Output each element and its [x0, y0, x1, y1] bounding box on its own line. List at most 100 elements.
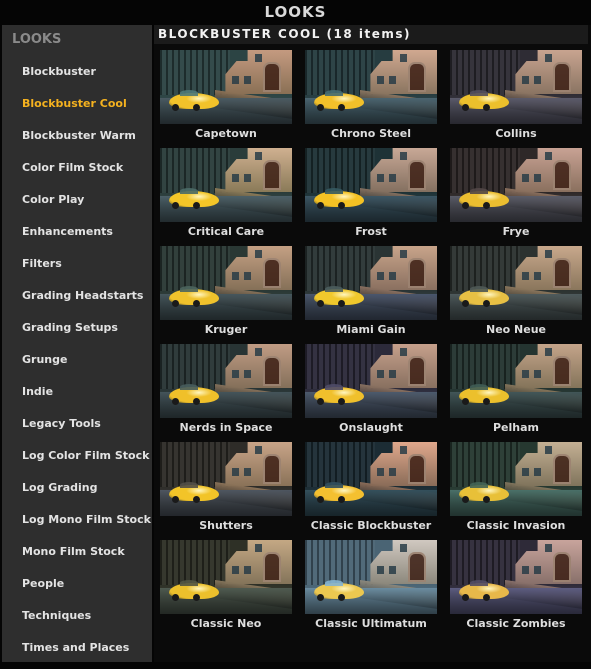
thumbnail-window	[534, 174, 541, 182]
thumbnail-window	[244, 468, 251, 476]
look-tile[interactable]: Collins	[450, 50, 582, 148]
thumbnail-window	[377, 272, 384, 280]
main-panel: BLOCKBUSTER COOL (18 items) Capetown Chro…	[154, 25, 591, 662]
look-thumbnail[interactable]	[305, 344, 437, 418]
look-thumbnail[interactable]	[305, 148, 437, 222]
look-tile[interactable]: Classic Zombies	[450, 540, 582, 638]
look-thumbnail[interactable]	[160, 148, 292, 222]
look-tile[interactable]: Onslaught	[305, 344, 437, 442]
thumbnail-windshield	[325, 90, 343, 96]
thumbnail-window	[534, 468, 541, 476]
sidebar-item-blockbuster-warm[interactable]: Blockbuster Warm	[2, 125, 152, 157]
looks-grid: Capetown Chrono Steel Collins Critical Care…	[160, 50, 582, 638]
sidebar-item-log-mono-film-stock[interactable]: Log Mono Film Stock	[2, 509, 152, 541]
look-thumbnail[interactable]	[160, 540, 292, 614]
thumbnail-window	[522, 370, 529, 378]
look-thumbnail[interactable]	[160, 344, 292, 418]
look-label: Classic Blockbuster	[310, 519, 432, 532]
look-thumbnail[interactable]	[305, 540, 437, 614]
sidebar-item-grading-headstarts[interactable]: Grading Headstarts	[2, 285, 152, 317]
thumbnail-window	[255, 250, 262, 258]
sidebar-header: LOOKS	[12, 32, 62, 47]
thumbnail-windshield	[180, 286, 198, 292]
thumbnail-window	[389, 76, 396, 84]
look-tile[interactable]: Frost	[305, 148, 437, 246]
sidebar-item-grunge[interactable]: Grunge	[2, 349, 152, 381]
look-tile[interactable]: Frye	[450, 148, 582, 246]
look-label: Neo Neue	[485, 323, 546, 336]
thumbnail-window	[255, 152, 262, 160]
thumbnail-wheel	[193, 496, 200, 503]
look-tile[interactable]: Shutters	[160, 442, 292, 540]
look-tile[interactable]: Neo Neue	[450, 246, 582, 344]
thumbnail-wheel	[317, 594, 324, 601]
thumbnail-window	[534, 272, 541, 280]
sidebar-item-log-color-film-stock[interactable]: Log Color Film Stock	[2, 445, 152, 477]
look-tile[interactable]: Critical Care	[160, 148, 292, 246]
thumbnail-windshield	[470, 580, 488, 586]
sidebar-item-filters[interactable]: Filters	[2, 253, 152, 285]
thumbnail-wheel	[317, 300, 324, 307]
thumbnail-wheel	[483, 300, 490, 307]
look-label: Frye	[502, 225, 530, 238]
look-thumbnail[interactable]	[305, 442, 437, 516]
look-thumbnail[interactable]	[450, 246, 582, 320]
look-tile[interactable]: Chrono Steel	[305, 50, 437, 148]
look-tile[interactable]: Classic Ultimatum	[305, 540, 437, 638]
sidebar-item-legacy-tools[interactable]: Legacy Tools	[2, 413, 152, 445]
thumbnail-wheel	[483, 202, 490, 209]
look-tile[interactable]: Classic Blockbuster	[305, 442, 437, 540]
thumbnail-trees	[305, 246, 375, 291]
look-label: Chrono Steel	[331, 127, 411, 140]
thumbnail-window	[377, 566, 384, 574]
sidebar-item-mono-film-stock[interactable]: Mono Film Stock	[2, 541, 152, 573]
thumbnail-door	[408, 258, 426, 288]
thumbnail-door	[553, 356, 571, 386]
look-label: Collins	[495, 127, 537, 140]
look-tile[interactable]: Classic Invasion	[450, 442, 582, 540]
look-thumbnail[interactable]	[160, 246, 292, 320]
sidebar-item-color-play[interactable]: Color Play	[2, 189, 152, 221]
thumbnail-wheel	[172, 104, 179, 111]
sidebar-item-color-film-stock[interactable]: Color Film Stock	[2, 157, 152, 189]
sidebar-item-techniques[interactable]: Techniques	[2, 605, 152, 637]
thumbnail-window	[244, 566, 251, 574]
sidebar-item-people[interactable]: People	[2, 573, 152, 605]
look-thumbnail[interactable]	[450, 148, 582, 222]
look-thumbnail[interactable]	[160, 50, 292, 124]
thumbnail-window	[389, 566, 396, 574]
thumbnail-window	[545, 152, 552, 160]
sidebar-category-list: Blockbuster Blockbuster Cool Blockbuster W…	[2, 61, 152, 669]
sidebar: LOOKS Blockbuster Blockbuster Cool Blockbu…	[2, 25, 152, 662]
sidebar-item-blockbuster[interactable]: Blockbuster	[2, 61, 152, 93]
sidebar-item-enhancements[interactable]: Enhancements	[2, 221, 152, 253]
look-label: Classic Zombies	[466, 617, 566, 630]
sidebar-item-log-grading[interactable]: Log Grading	[2, 477, 152, 509]
look-thumbnail[interactable]	[305, 50, 437, 124]
look-label: Capetown	[195, 127, 257, 140]
look-thumbnail[interactable]	[450, 540, 582, 614]
look-thumbnail[interactable]	[450, 442, 582, 516]
thumbnail-windshield	[180, 188, 198, 194]
look-tile[interactable]: Capetown	[160, 50, 292, 148]
look-tile[interactable]: Pelham	[450, 344, 582, 442]
look-thumbnail[interactable]	[450, 50, 582, 124]
thumbnail-door	[408, 160, 426, 190]
thumbnail-window	[255, 544, 262, 552]
look-label: Miami Gain	[336, 323, 406, 336]
sidebar-item-indie[interactable]: Indie	[2, 381, 152, 413]
sidebar-item-times-and-places[interactable]: Times and Places	[2, 637, 152, 669]
thumbnail-window	[534, 76, 541, 84]
look-tile[interactable]: Classic Neo	[160, 540, 292, 638]
look-tile[interactable]: Kruger	[160, 246, 292, 344]
look-tile[interactable]: Miami Gain	[305, 246, 437, 344]
look-thumbnail[interactable]	[450, 344, 582, 418]
sidebar-item-blockbuster-cool[interactable]: Blockbuster Cool	[2, 93, 152, 125]
sidebar-item-grading-setups[interactable]: Grading Setups	[2, 317, 152, 349]
look-thumbnail[interactable]	[160, 442, 292, 516]
look-tile[interactable]: Nerds in Space	[160, 344, 292, 442]
look-thumbnail[interactable]	[305, 246, 437, 320]
thumbnail-door	[263, 160, 281, 190]
thumbnail-window	[534, 566, 541, 574]
look-label: Classic Neo	[190, 617, 262, 630]
